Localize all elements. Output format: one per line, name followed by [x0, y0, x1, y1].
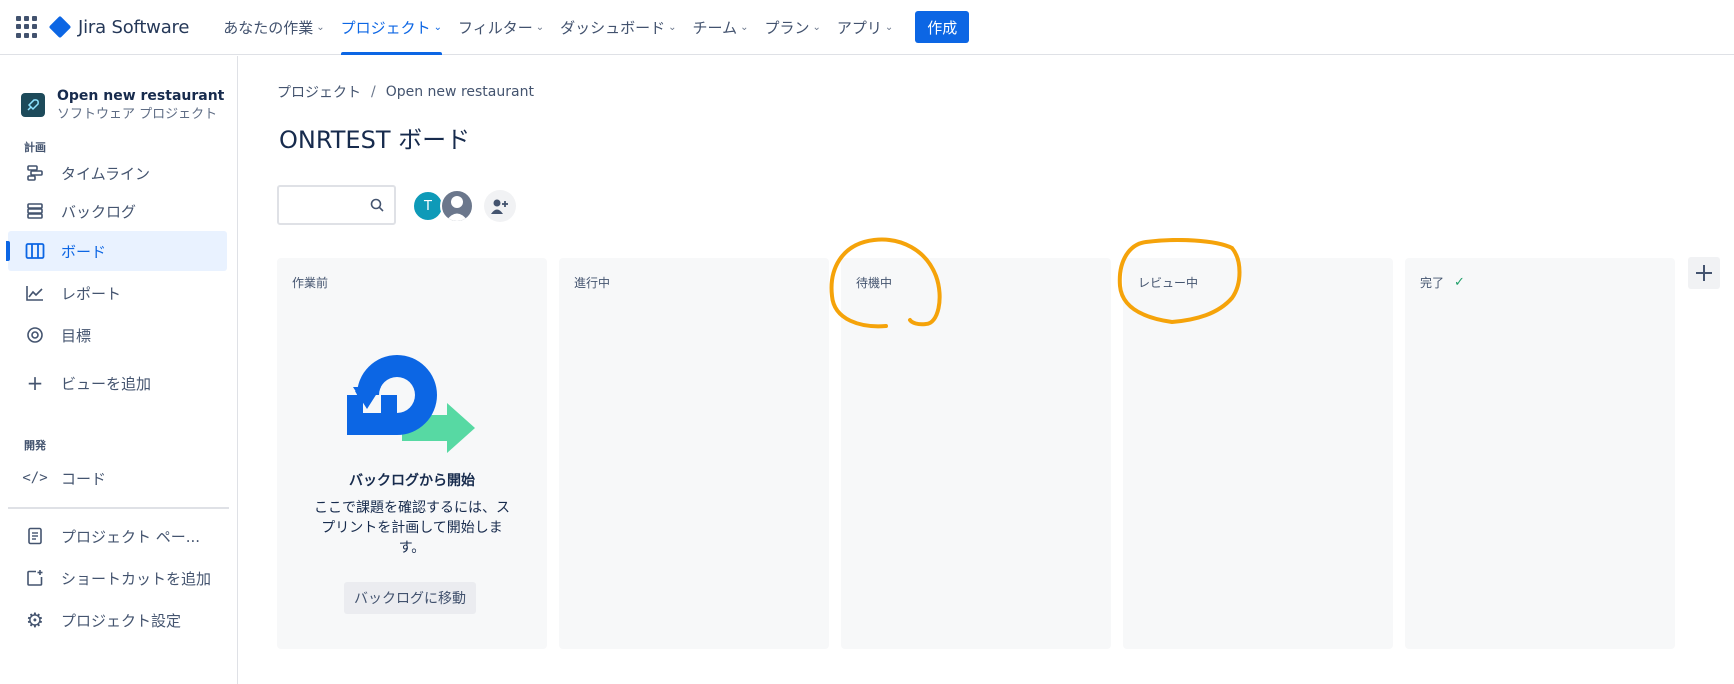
board-icon — [25, 241, 45, 261]
search-icon — [370, 198, 384, 212]
chevron-down-icon: ⌄ — [316, 21, 325, 33]
nav-label: プラン — [764, 18, 810, 37]
column-title: 待機中 — [856, 276, 893, 290]
backlog-illustration-icon — [347, 355, 475, 453]
search-input[interactable] — [287, 195, 367, 215]
sidebar-item-backlog[interactable]: バックログ — [8, 191, 227, 231]
rocket-icon — [21, 93, 45, 117]
project-header[interactable]: Open new restaurant ソフトウェア プロジェクト — [21, 86, 224, 124]
sidebar-item-goals[interactable]: 目標 — [8, 315, 227, 355]
sidebar-item-label: プロジェクト ペー... — [61, 527, 201, 546]
chevron-down-icon: ⌄ — [740, 21, 749, 33]
nav-plans[interactable]: プラン ⌄ — [756, 0, 828, 55]
sidebar-item-label: プロジェクト設定 — [61, 611, 182, 630]
sidebar-item-label: コード — [61, 469, 107, 488]
chevron-down-icon: ⌄ — [433, 21, 443, 33]
product-name: Jira Software — [78, 16, 190, 38]
sidebar-item-add-shortcut[interactable]: ショートカットを追加 — [8, 558, 227, 598]
board-column-done: 完了 ✓ — [1405, 258, 1675, 649]
breadcrumb-root[interactable]: プロジェクト — [277, 82, 361, 102]
project-sidebar: Open new restaurant ソフトウェア プロジェクト 計画 タイム… — [0, 56, 238, 684]
app-switcher-icon[interactable] — [16, 16, 38, 38]
sidebar-item-label: ショートカットを追加 — [61, 569, 212, 588]
nav-apps[interactable]: アプリ ⌄ — [829, 0, 901, 55]
sidebar-item-board[interactable]: ボード — [6, 231, 227, 271]
column-title-done: 完了 ✓ — [1420, 274, 1465, 291]
nav-label: フィルター — [458, 18, 533, 37]
sidebar-item-code[interactable]: </> コード — [8, 458, 227, 498]
page-icon — [25, 526, 45, 546]
nav-label: プロジェクト — [340, 18, 431, 37]
chevron-down-icon: ⌄ — [812, 21, 821, 33]
sidebar-item-project-pages[interactable]: プロジェクト ペー... — [8, 516, 227, 556]
chevron-down-icon: ⌄ — [884, 21, 894, 33]
nav-teams[interactable]: チーム ⌄ — [685, 0, 757, 55]
nav-label: あなたの作業 — [223, 18, 314, 37]
project-name: Open new restaurant — [57, 88, 225, 104]
add-person-icon — [491, 199, 508, 214]
sidebar-item-label: タイムライン — [61, 164, 150, 183]
create-button[interactable]: 作成 — [915, 11, 970, 43]
jira-logo-icon — [48, 15, 72, 39]
sidebar-divider — [8, 507, 229, 509]
top-navigation: Jira Software あなたの作業 ⌄ プロジェクト ⌄ フィルター ⌄ ダッシ… — [0, 0, 1734, 55]
chart-line-icon — [25, 283, 45, 303]
board-column-in-review: レビュー中 — [1123, 258, 1393, 649]
backlog-icon — [25, 201, 45, 221]
page-title: ONRTEST ボード — [279, 126, 471, 154]
nav-label: チーム — [692, 18, 738, 37]
code-icon: </> — [22, 470, 48, 486]
nav-filters[interactable]: フィルター ⌄ — [450, 0, 552, 55]
sidebar-item-label: ボード — [61, 242, 107, 261]
breadcrumb-current[interactable]: Open new restaurant — [386, 84, 534, 100]
column-title: 進行中 — [574, 276, 611, 290]
chevron-down-icon: ⌄ — [535, 21, 545, 33]
breadcrumb: プロジェクト / Open new restaurant — [277, 82, 534, 102]
assignee-filter: T — [412, 189, 516, 223]
nav-projects[interactable]: プロジェクト ⌄ — [333, 0, 450, 55]
chevron-down-icon: ⌄ — [668, 21, 677, 33]
gear-icon: ⚙ — [26, 608, 44, 632]
column-title: 完了 — [1420, 276, 1445, 290]
nav-your-work[interactable]: あなたの作業 ⌄ — [215, 0, 332, 55]
empty-state-title: バックログから開始 — [349, 473, 475, 489]
target-icon — [25, 325, 45, 345]
breadcrumb-separator: / — [371, 84, 376, 100]
plus-icon: + — [26, 371, 44, 395]
go-to-backlog-button[interactable]: バックログに移動 — [344, 582, 476, 614]
checkmark-icon: ✓ — [1454, 275, 1465, 290]
empty-state-description: ここで課題を確認するには、スプリントを計画して開始します。 — [314, 500, 510, 556]
sidebar-item-add-view[interactable]: + ビューを追加 — [8, 363, 227, 403]
sidebar-item-label: 目標 — [61, 326, 92, 345]
jira-logo[interactable]: Jira Software — [48, 15, 190, 39]
column-title: 作業前 — [292, 276, 329, 290]
add-shortcut-icon — [25, 568, 45, 588]
sidebar-item-timeline[interactable]: タイムライン — [8, 153, 227, 193]
project-type: ソフトウェア プロジェクト — [57, 107, 218, 122]
plus-icon — [1696, 265, 1712, 281]
section-label-dev: 開発 — [24, 439, 46, 452]
sidebar-item-reports[interactable]: レポート — [8, 273, 227, 313]
add-people-button[interactable] — [484, 190, 516, 222]
timeline-icon — [25, 163, 45, 183]
sidebar-item-project-settings[interactable]: ⚙ プロジェクト設定 — [8, 600, 227, 640]
sidebar-item-label: バックログ — [61, 202, 137, 221]
board-column-in-progress: 進行中 — [559, 258, 829, 649]
nav-dashboards[interactable]: ダッシュボード ⌄ — [552, 0, 684, 55]
sidebar-item-label: レポート — [61, 284, 122, 303]
add-column-button[interactable] — [1688, 257, 1720, 289]
board-search[interactable] — [277, 185, 396, 225]
sidebar-item-label: ビューを追加 — [61, 374, 152, 393]
user-avatar-icon[interactable] — [440, 189, 474, 223]
board-column-todo: 作業前 バックログから開始 ここで課題を確認するには、スプリントを計画して開始し… — [277, 258, 547, 649]
nav-label: アプリ — [836, 18, 882, 37]
board-column-waiting: 待機中 — [841, 258, 1111, 649]
nav-label: ダッシュボード — [560, 18, 666, 37]
column-title: レビュー中 — [1138, 276, 1199, 290]
